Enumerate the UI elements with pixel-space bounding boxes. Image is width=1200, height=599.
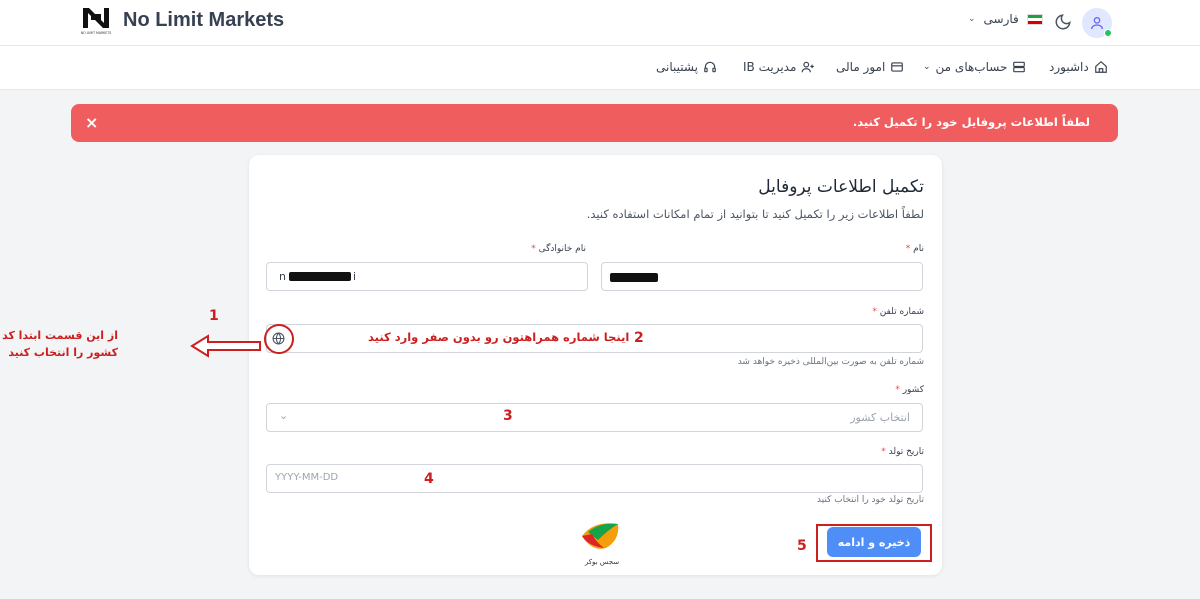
close-icon[interactable]: × — [85, 113, 98, 132]
country-label-text: کشور — [902, 385, 924, 395]
nav-my-accounts-label: حساب‌های من — [935, 60, 1008, 74]
globe-icon[interactable] — [272, 332, 285, 345]
annotation-number-1: 1 — [209, 308, 219, 324]
phone-help-text: شماره تلفن به صورت بین‌المللی ذخیره خواه… — [737, 357, 924, 367]
profile-alert-banner: × لطفاً اطلاعات پروفایل خود را تکمیل کنی… — [71, 104, 1118, 142]
required-mark: * — [905, 244, 911, 254]
phone-label: شماره تلفن * — [872, 307, 924, 317]
chevron-down-icon: ⌄ — [279, 409, 289, 422]
brand-name[interactable]: No Limit Markets — [123, 9, 284, 32]
arrow-left-icon — [190, 334, 261, 358]
annotation-highlight-box — [816, 524, 932, 562]
annotation-step2-text: اینجا شماره همراهتون رو بدون صفر وارد کن… — [368, 330, 630, 344]
annotation-number-4: 4 — [424, 471, 434, 487]
user-icon — [1091, 17, 1103, 30]
annotation-step1-line2: کشور را انتخاب کنید — [8, 346, 118, 359]
required-mark: * — [531, 244, 536, 254]
annotation-number-2: 2 — [634, 330, 644, 346]
birth-date-placeholder: YYYY-MM-DD — [275, 472, 339, 483]
last-name-value-end: i — [353, 270, 357, 283]
server-icon — [1013, 61, 1026, 73]
nav-dashboard[interactable]: داشبورد — [1049, 60, 1108, 74]
language-label: فارسی — [983, 12, 1019, 26]
moon-icon[interactable] — [1054, 13, 1072, 31]
last-name-label-text: نام خانوادگی — [538, 244, 586, 254]
nav-ib-management-label: مدیریت IB — [743, 60, 797, 74]
birth-date-label: تاریخ تولد * — [881, 447, 924, 457]
headset-icon — [704, 61, 716, 73]
nav-finance-label: امور مالی — [836, 60, 886, 74]
annotation-number-3: 3 — [503, 408, 513, 424]
first-name-label: نام * — [906, 244, 924, 254]
main-navigation: داشبورد حساب‌های من ⌄ امور مالی مدیریت I… — [0, 46, 1200, 90]
annotation-step1-text: از این قسمت ابتدا کد کشور را انتخاب کنید — [2, 327, 118, 361]
country-label: کشور * — [895, 385, 924, 395]
user-plus-icon — [801, 61, 815, 73]
nav-support[interactable]: پشتیبانی — [656, 60, 717, 74]
online-status-dot — [1104, 29, 1112, 37]
home-icon — [1094, 60, 1107, 73]
birth-date-label-text: تاریخ تولد — [888, 447, 924, 457]
annotation-number-5: 5 — [797, 538, 807, 554]
language-selector[interactable]: ⌄ فارسی — [968, 12, 1043, 26]
top-header: NO LIMIT MARKETS No Limit Markets ⌄ فارس… — [0, 0, 1200, 46]
logo-caption: NO LIMIT MARKETS — [81, 31, 112, 35]
birth-date-help-text: تاریخ تولد خود را انتخاب کنید — [816, 495, 924, 505]
last-name-value-start: n — [279, 270, 286, 283]
required-mark: * — [881, 447, 886, 457]
nav-support-label: پشتیبانی — [656, 60, 698, 74]
first-name-label-text: نام — [913, 244, 924, 254]
watermark-logo: سجس بوکر — [582, 523, 619, 566]
profile-form-card: تکمیل اطلاعات پروفایل لطفاً اطلاعات زیر … — [249, 155, 942, 575]
country-select[interactable]: انتخاب کشور ⌄ — [266, 403, 923, 432]
redacted-value — [289, 272, 351, 281]
last-name-input[interactable]: n i — [266, 262, 588, 291]
user-avatar[interactable] — [1082, 8, 1112, 38]
redacted-value — [610, 273, 658, 282]
nav-dashboard-label: داشبورد — [1049, 60, 1089, 74]
phone-label-text: شماره تلفن — [879, 307, 924, 317]
annotation-step1-line1: از این قسمت ابتدا کد — [2, 329, 118, 342]
alert-message: لطفاً اطلاعات پروفایل خود را تکمیل کنید. — [852, 115, 1090, 129]
iran-flag-icon — [1026, 13, 1043, 25]
last-name-label: نام خانوادگی * — [531, 244, 586, 254]
page-subtitle: لطفاً اطلاعات زیر را تکمیل کنید تا بتوان… — [586, 207, 924, 221]
country-placeholder: انتخاب کشور — [850, 411, 910, 424]
brand-logo-icon[interactable]: NO LIMIT MARKETS — [80, 6, 114, 36]
nav-my-accounts[interactable]: حساب‌های من ⌄ — [923, 60, 1026, 74]
chevron-down-icon: ⌄ — [968, 14, 976, 24]
required-mark: * — [872, 307, 877, 317]
wallet-icon — [891, 62, 904, 72]
watermark-text: سجس بوکر — [584, 558, 619, 566]
chevron-down-icon: ⌄ — [923, 62, 931, 72]
page-title: تکمیل اطلاعات پروفایل — [758, 177, 924, 197]
nav-ib-management[interactable]: مدیریت IB — [743, 60, 815, 74]
birth-date-input[interactable]: YYYY-MM-DD — [266, 464, 923, 493]
nav-finance[interactable]: امور مالی — [836, 60, 904, 74]
required-mark: * — [895, 385, 900, 395]
first-name-input[interactable] — [601, 262, 923, 291]
